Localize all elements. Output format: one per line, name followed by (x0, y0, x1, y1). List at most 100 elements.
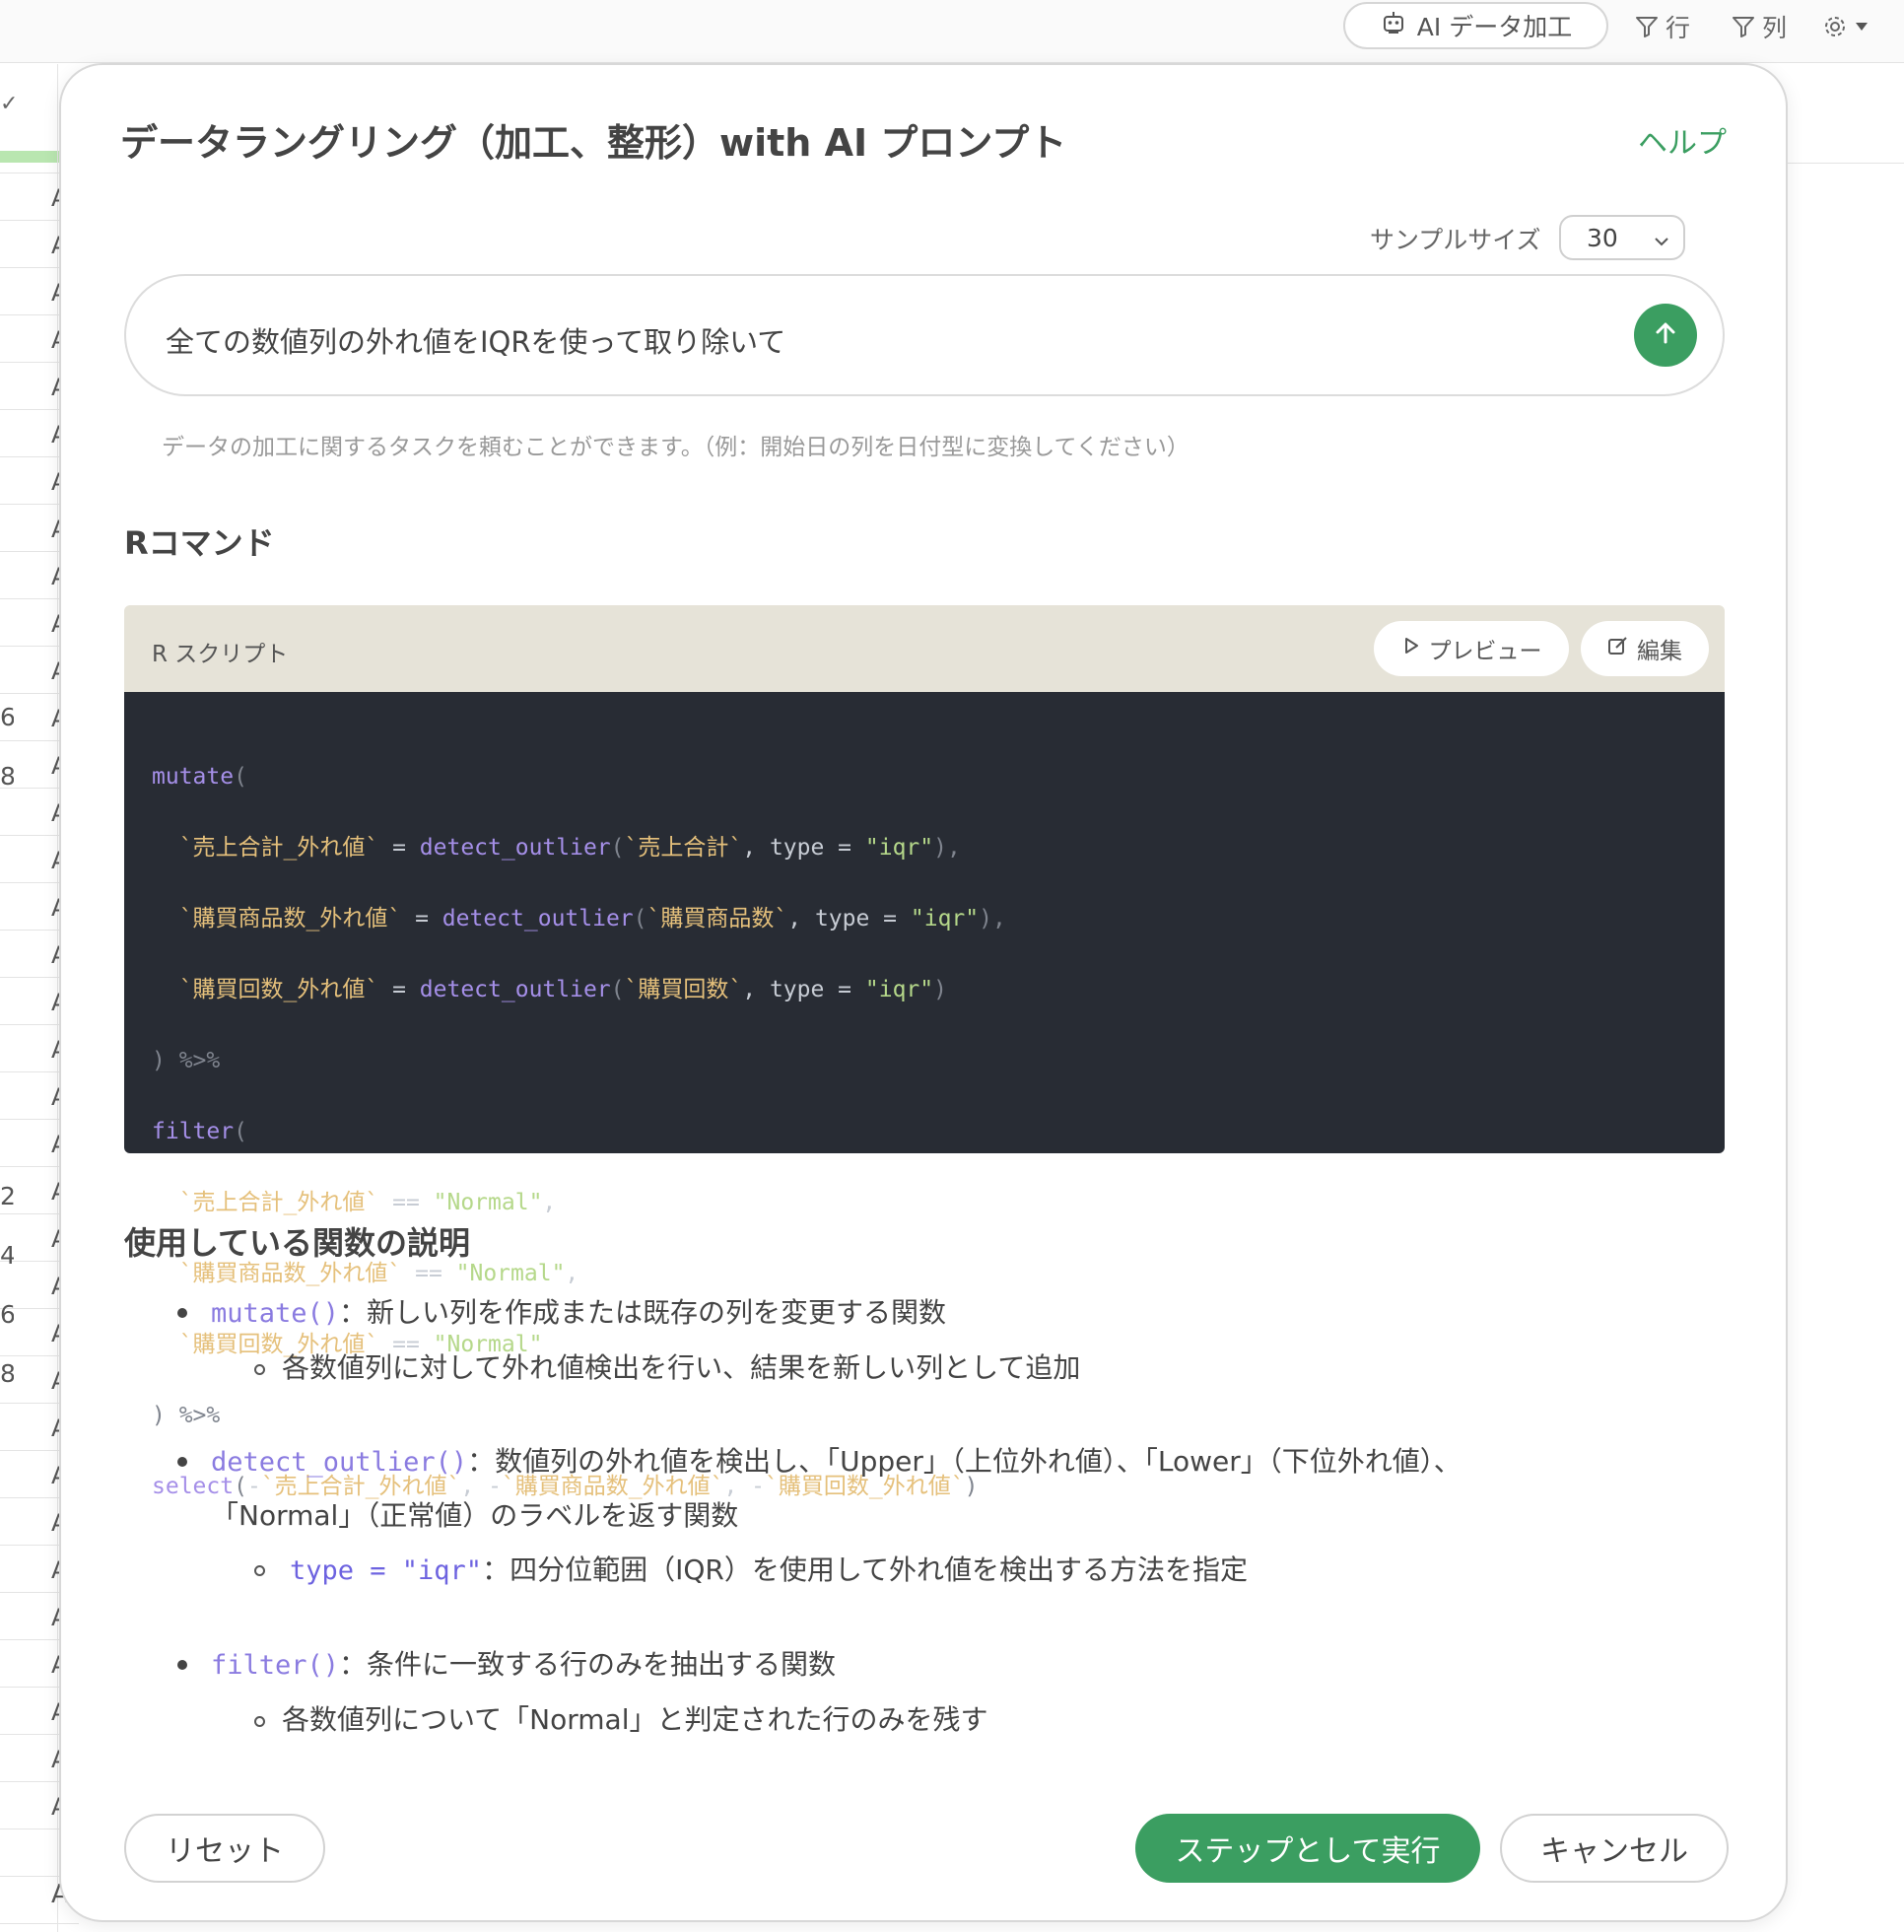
code-pipe: ) %>% (152, 1048, 221, 1073)
code-paren: ( (633, 906, 647, 932)
sub-bullet-marker (254, 1565, 265, 1576)
code-paren: ( (234, 764, 247, 790)
code-identifier: `購買商品数_外れ値` (178, 906, 402, 932)
gear-icon (1821, 13, 1849, 40)
code-function: detect_outlier (442, 906, 634, 932)
reset-button[interactable]: リセット (124, 1814, 325, 1883)
code-string: "iqr" (864, 835, 934, 861)
preview-label: プレビュー (1428, 639, 1542, 664)
row-number: 2 (0, 1182, 14, 1210)
row-number: 4 (0, 1241, 14, 1270)
preview-button[interactable]: プレビュー (1374, 621, 1569, 676)
function-description: ：新しい列を作成または既存の列を変更する関数 (339, 1296, 947, 1329)
code-paren: ( (610, 977, 625, 1002)
code-line: ) %>% (152, 1398, 1725, 1433)
r-command-heading: Rコマンド (124, 524, 275, 562)
code-function: mutate (152, 764, 235, 790)
bullet-marker (177, 1457, 187, 1467)
function-subitem: 各数値列について「Normal」と判定された行のみを残す (282, 1703, 988, 1736)
code-identifier: `売上合計_外れ値` (178, 1190, 379, 1215)
settings-dropdown[interactable] (1821, 10, 1869, 43)
code-argument: type (814, 906, 870, 932)
code-function: detect_outlier (419, 977, 611, 1002)
play-icon (1401, 636, 1421, 661)
code-line: `売上合計_外れ値` = detect_outlier(`売上合計`, type… (152, 830, 1725, 865)
row-number: 8 (0, 762, 14, 791)
function-item-mutate: mutate()：新しい列を作成または既存の列を変更する関数 (211, 1291, 946, 1331)
code-operator: = (401, 906, 442, 932)
bullet-marker (177, 1308, 187, 1318)
code-argument: type (769, 835, 825, 861)
function-name: mutate() (211, 1298, 340, 1329)
sample-size-value: 30 (1587, 223, 1618, 252)
code-line: ) %>% (152, 1043, 1725, 1078)
functions-heading: 使用している関数の説明 (124, 1224, 471, 1262)
filter-icon (1634, 14, 1660, 39)
prompt-hint: データの加工に関するタスクを頼むことができます。（例：開始日の列を日付型に変換し… (162, 435, 1190, 460)
code-paren: ( (234, 1119, 247, 1144)
code-operator: = (869, 906, 911, 932)
grid-line (0, 1923, 79, 1924)
cancel-button[interactable]: キャンセル (1500, 1814, 1729, 1883)
function-subitem: 各数値列に対して外れ値検出を行い、結果を新しい列として追加 (282, 1351, 1081, 1384)
code-function: detect_outlier (419, 835, 611, 861)
argument-description: ：四分位範囲（IQR）を使用して外れ値を検出する方法を指定 (482, 1553, 1248, 1586)
help-link[interactable]: ヘルプ (1638, 118, 1727, 162)
code-identifier: `売上合計_外れ値` (178, 835, 379, 861)
row-filter-button[interactable]: 行 (1634, 10, 1690, 43)
column-highlight-bar (0, 151, 59, 163)
sample-size-select[interactable]: 30 (1559, 215, 1685, 260)
code-line: `売上合計_外れ値` == "Normal", (152, 1185, 1725, 1220)
sub-bullet-marker (254, 1716, 265, 1727)
robot-icon (1380, 9, 1407, 42)
check-icon: ✓ (0, 92, 19, 116)
arrow-up-icon (1651, 318, 1680, 352)
send-button[interactable] (1634, 304, 1697, 367)
code-string: "iqr" (910, 906, 980, 932)
code-function: filter (152, 1119, 235, 1144)
code-line: filter( (152, 1114, 1725, 1149)
edit-icon (1607, 635, 1629, 662)
row-number: 6 (0, 1300, 14, 1329)
code-operator: = (824, 977, 865, 1002)
code-comma: , (787, 906, 815, 932)
code-identifier: `売上合計` (624, 835, 743, 861)
r-code-block[interactable]: mutate( `売上合計_外れ値` = detect_outlier(`売上合… (124, 692, 1725, 1499)
chevron-down-icon (1652, 229, 1671, 257)
row-number: 8 (0, 1359, 14, 1388)
prompt-text[interactable]: 全ての数値列の外れ値をIQRを使って取り除いて (166, 319, 785, 361)
ai-prompt-dialog: データラングリング（加工、整形）with AI プロンプト ヘルプ サンプルサイ… (59, 63, 1788, 1922)
code-paren: ), (933, 835, 961, 861)
code-string: "Normal" (455, 1261, 566, 1286)
ai-button-label: AI データ加工 (1416, 13, 1573, 41)
edit-button[interactable]: 編集 (1581, 621, 1709, 676)
row-number: 6 (0, 703, 14, 731)
run-as-step-button[interactable]: ステップとして実行 (1135, 1814, 1480, 1883)
sub-bullet-marker (254, 1364, 265, 1375)
bullet-marker (177, 1660, 187, 1670)
script-header: R スクリプト プレビュー 編集 (124, 605, 1725, 692)
code-operator: = (378, 977, 420, 1002)
code-paren: ( (610, 835, 625, 861)
column-filter-button[interactable]: 列 (1731, 10, 1787, 43)
code-identifier: `購買回数` (624, 977, 743, 1002)
function-name: detect_outlier() (211, 1447, 468, 1478)
function-name: filter() (211, 1650, 340, 1681)
argument-code: type = "iqr" (290, 1555, 483, 1586)
prompt-input[interactable]: 全ての数値列の外れ値をIQRを使って取り除いて (124, 274, 1725, 396)
header-divider (1786, 163, 1904, 164)
code-operator: == (401, 1261, 456, 1286)
ai-data-processing-button[interactable]: AI データ加工 (1343, 2, 1608, 49)
code-string: "Normal" (433, 1190, 543, 1215)
code-paren: ) (933, 977, 947, 1002)
function-description-continued: 「Normal」（正常値）のラベルを返す関数 (211, 1499, 739, 1532)
column-filter-label: 列 (1762, 14, 1788, 42)
code-comma: , (565, 1261, 579, 1286)
code-operator: == (378, 1190, 434, 1215)
code-line: mutate( (152, 759, 1725, 794)
code-identifier: `購買商品数` (646, 906, 788, 932)
code-comma: , (742, 835, 770, 861)
sample-size-label: サンプルサイズ (1370, 226, 1541, 254)
code-string: "iqr" (864, 977, 934, 1002)
code-operator: = (824, 835, 865, 861)
